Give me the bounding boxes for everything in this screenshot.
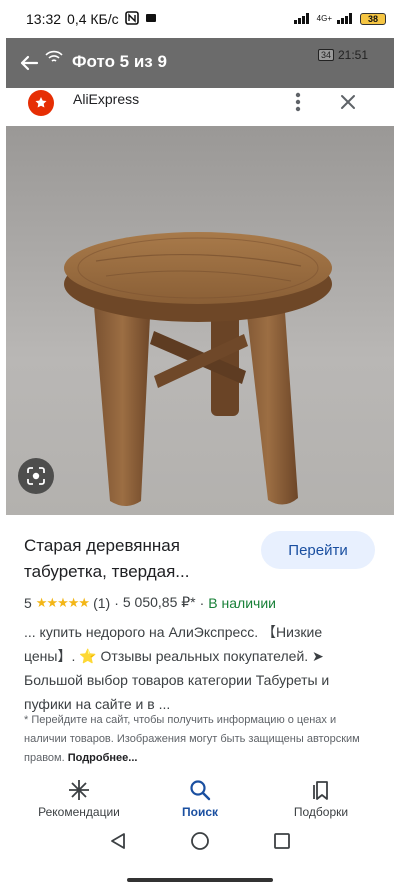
notification-icon (145, 12, 157, 26)
inner-time: 21:51 (337, 48, 368, 62)
close-icon (341, 95, 355, 109)
home-indicator[interactable] (127, 878, 273, 882)
screenshot-frame: Фото 5 из 9 34 21:51 AliExpress Старая д… (6, 38, 394, 860)
system-home-button[interactable] (188, 829, 212, 853)
bookmark-icon (313, 781, 328, 800)
nav-label-recommendations: Рекомендации (38, 805, 120, 819)
site-name[interactable]: AliExpress (73, 91, 139, 107)
aliexpress-logo-icon (28, 90, 54, 116)
status-left: 13:32 0,4 КБ/с (26, 11, 157, 27)
circle-home-icon (191, 832, 209, 850)
availability-status: В наличии (208, 594, 276, 611)
bottom-navigation: Рекомендации Поиск Подборки (6, 771, 394, 827)
triangle-back-icon (111, 833, 125, 849)
nfc-icon (124, 11, 139, 27)
rating-stars: ★★★★★ (35, 594, 90, 610)
wifi-icon (44, 50, 64, 69)
rating-value: 5 (24, 594, 32, 611)
result-title[interactable]: Старая деревянная табуретка, твердая... (24, 533, 244, 585)
status-right: 4G+ 38 (293, 11, 386, 27)
system-back-button[interactable] (106, 829, 130, 853)
copyright-disclaimer: * Перейдите на сайт, чтобы получить инфо… (24, 711, 376, 768)
nav-collections[interactable]: Подборки (256, 779, 386, 819)
status-network-speed: 0,4 КБ/с (67, 11, 119, 27)
network-type-label: 4G+ (316, 14, 332, 23)
visit-button[interactable]: Перейти (261, 531, 375, 569)
lens-icon (27, 467, 45, 485)
signal-icon-2 (337, 11, 355, 27)
nav-search[interactable]: Поиск (135, 779, 265, 819)
close-button[interactable] (336, 88, 360, 116)
google-lens-button[interactable] (18, 458, 54, 494)
inner-battery: 34 (317, 49, 334, 61)
review-count: (1) (93, 594, 111, 611)
asterisk-icon (69, 780, 89, 800)
source-site-bar: AliExpress (6, 88, 394, 126)
rating-row: 5 ★★★★★ (1) · 5 050,85 ₽* · В наличии (24, 594, 276, 611)
square-recents-icon (274, 833, 290, 849)
status-bar: 13:32 0,4 КБ/с 4G+ 38 (0, 0, 400, 38)
wooden-stool-image (64, 232, 332, 506)
more-options-button[interactable] (286, 88, 310, 116)
nav-label-collections: Подборки (293, 805, 349, 819)
system-recents-button[interactable] (270, 829, 294, 853)
back-button[interactable] (16, 50, 42, 76)
more-vert-icon (295, 92, 301, 112)
photo-counter-title: Фото 5 из 9 (72, 52, 167, 71)
inner-status: 34 21:51 (317, 48, 368, 62)
more-info-link[interactable]: Подробнее... (68, 752, 138, 764)
nav-recommendations[interactable]: Рекомендации (14, 779, 144, 819)
result-description: ... купить недорого на АлиЭкспресс. 【Низ… (24, 624, 330, 712)
arrow-left-icon (20, 55, 39, 71)
separator: · (114, 594, 119, 611)
product-image[interactable] (6, 126, 394, 515)
system-navigation-bar (6, 827, 394, 860)
search-icon (190, 780, 211, 801)
photo-viewer-header: Фото 5 из 9 34 21:51 (6, 38, 394, 88)
price: 5 050,85 ₽* (122, 594, 196, 610)
nav-label-search: Поиск (181, 805, 218, 819)
battery-icon: 38 (360, 13, 386, 25)
result-card: Старая деревянная табуретка, твердая... … (6, 515, 394, 771)
separator-2: · (199, 594, 205, 611)
signal-icon (293, 11, 312, 27)
status-time: 13:32 (26, 11, 62, 27)
